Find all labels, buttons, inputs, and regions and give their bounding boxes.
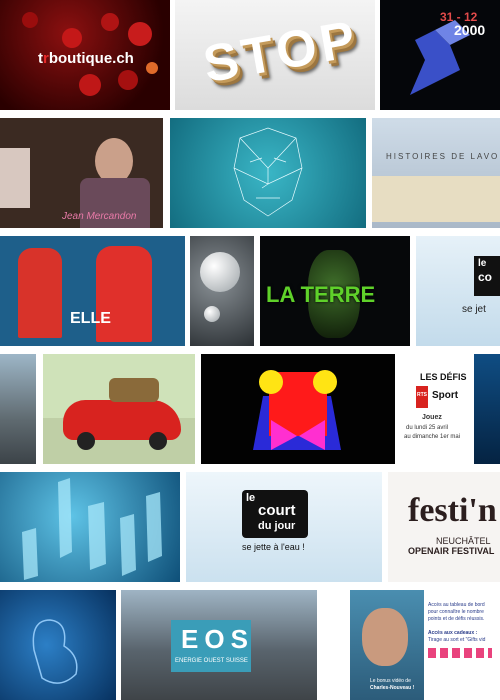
image-tile-defis-sport[interactable]: LES DÉFIS RTS Sport Jouez du lundi 25 av… [402,354,470,464]
sport-label: Sport [432,390,459,401]
date-to: au dimanche 1er mai [404,434,461,440]
bubble-small [204,306,220,322]
date-from: du lundi 25 avril [406,425,449,431]
eos-tagline: ENERGIE OUEST SUISSE [175,658,248,664]
wheel-right [149,432,167,450]
court-tagline: se jette à l'eau ! [242,542,305,552]
image-tile-football[interactable]: ELLE [0,236,185,346]
festin-title: festi'n [408,492,497,529]
image-tile-2000[interactable]: 31 - 12 2000 [380,0,500,110]
image-tile-bubbles[interactable] [190,236,254,346]
image-tile-stop[interactable]: STOP [175,0,375,110]
eos-logo: EOS [181,624,254,654]
logo-l2: co [478,270,493,284]
wheel-left [77,432,95,450]
pink-dots [428,648,492,658]
image-tile-abstract-shapes[interactable] [201,354,395,464]
luggage [109,378,159,402]
info-line6: Le bonus vidéo de [370,678,411,684]
blocks-image [22,478,162,580]
image-tile-court-jour[interactable]: le court du jour se jette à l'eau ! [186,472,382,582]
tagline: se jet [462,304,486,315]
image-tile-court-jour-small[interactable]: le co se jet [416,236,500,346]
image-tile-tirboutique[interactable]: trboutique.ch [0,0,170,110]
rts-label: RTS [417,392,427,398]
la-terre-title: LA TERRE [266,282,376,307]
info-line4: Accès aux cadeaux : [428,630,478,636]
info-line2: pour connaître le nombre [428,609,484,615]
image-tile-rocks[interactable] [0,354,36,464]
signature-text: Jean Mercandon [62,211,137,222]
info-line5: Tirage au sort et "Gifts vid [428,637,486,643]
info-line3: points et de défis réussis. [428,616,485,622]
image-tile-eos[interactable]: EOS ENERGIE OUEST SUISSE [121,590,317,700]
image-tile-blue-foot[interactable] [0,590,116,700]
date-bottom: 2000 [454,22,486,38]
jouez-label: Jouez [422,414,442,421]
player-left [18,248,62,338]
logo-line1: le [246,492,256,504]
lavoirs-photo-strip [372,176,500,222]
portrait-inset [0,148,30,208]
festin-sub1: NEUCHÂTEL [436,536,491,546]
bubble-large [200,252,240,292]
image-tile-festin[interactable]: festi'n NEUCHÂTEL OPENAIR FESTIVAL [388,472,500,582]
logo-l1: le [478,258,487,269]
foot-outline-image [32,619,78,684]
image-tile-crystal-blocks[interactable] [0,472,180,582]
info-line1: Accès au tableau de bord [428,602,485,608]
image-tile-la-terre[interactable]: LA TERRE [260,236,410,346]
image-tile-portrait[interactable]: Jean Mercandon [0,118,163,228]
face-mesh-image [233,127,303,217]
stop-word: STOP [199,9,364,95]
logo-line2: court [258,502,296,519]
defis-title: LES DÉFIS [420,372,467,382]
banner-text: ELLE [70,310,111,327]
festin-sub2: OPENAIR FESTIVAL [408,546,495,556]
logo-line3: du jour [258,520,296,532]
lavoirs-title: HISTOIRES DE LAVOIRS [386,152,500,161]
image-tile-dark-blue[interactable] [474,354,500,464]
brand-name: boutique.ch [48,50,134,67]
info-line7: Charles-Nouveau ! [370,685,415,691]
image-tile-car-cartoon[interactable] [43,354,195,464]
shapes-image [253,370,341,450]
image-tile-lavoirs[interactable]: HISTOIRES DE LAVOIRS [372,118,500,228]
image-tile-charles-nouveau[interactable]: Accès au tableau de bord pour connaître … [350,590,500,700]
image-tile-face-mesh[interactable] [170,118,366,228]
face [362,608,408,666]
